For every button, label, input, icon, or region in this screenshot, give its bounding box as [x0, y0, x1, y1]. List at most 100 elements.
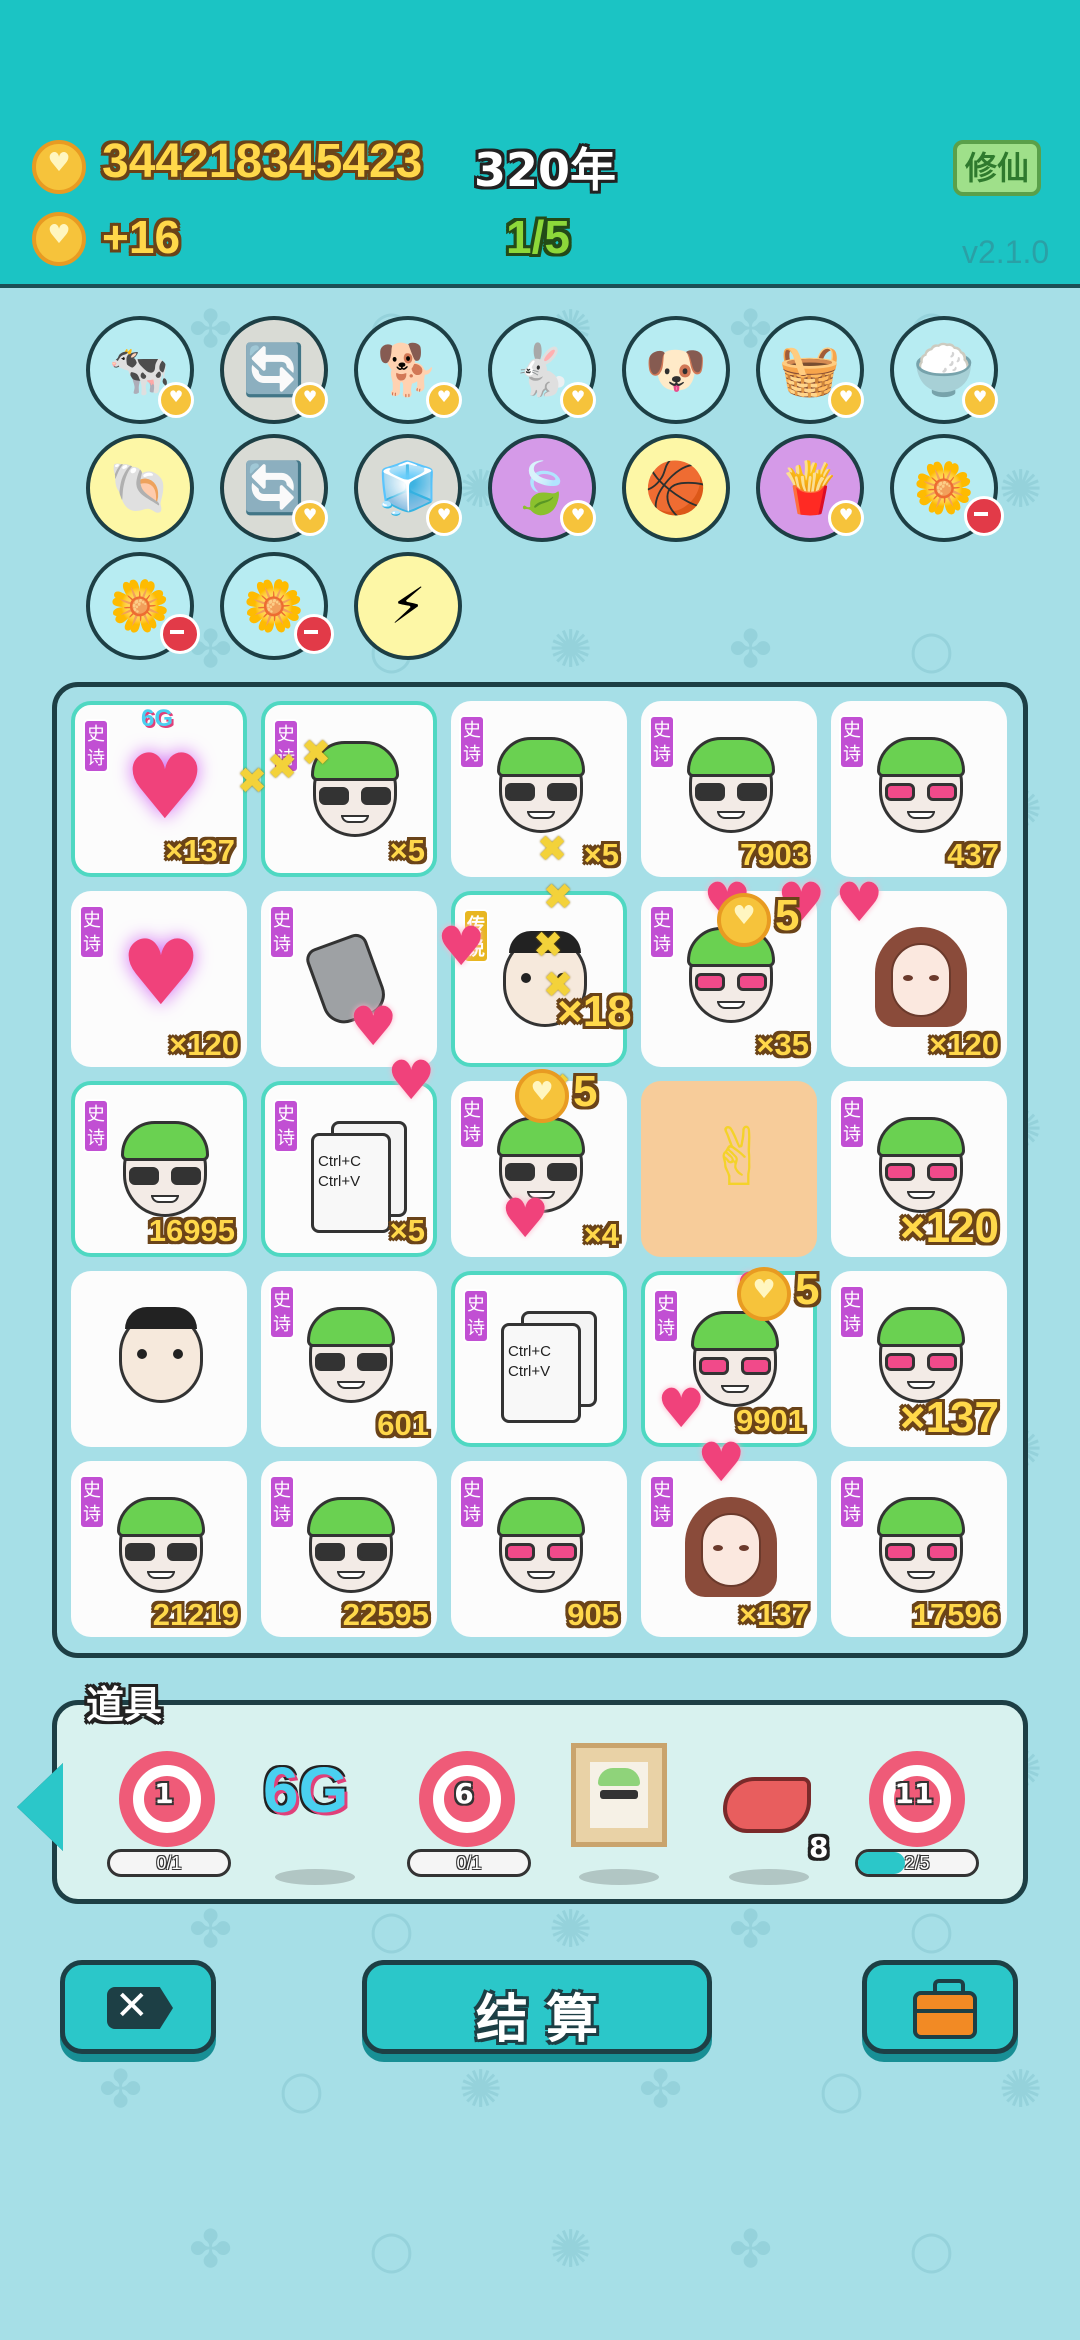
board-cell[interactable]: ♥ 史诗 ×120 [71, 891, 247, 1067]
leaf-icon[interactable]: 🍃 ♥ [488, 434, 596, 542]
cross-effect-icon: ✖ [537, 829, 568, 870]
heart-badge-icon: ♥ [292, 382, 328, 418]
board-cell[interactable]: 史诗 437 [831, 701, 1007, 877]
epic-tag: 史诗 [79, 1475, 105, 1529]
game-board: ♥ 史诗 6G ×137 史诗 ×5 史诗 ×5 史诗 7903 史诗 437 ♥ 史诗 ×120 史诗 传说史… [52, 682, 1028, 1658]
green-hat-sunglasses-face-icon [111, 1497, 211, 1597]
board-cell[interactable]: 史诗 21219 [71, 1461, 247, 1637]
green-hat-sunglasses-face-icon [115, 1121, 215, 1221]
background-pattern-glyph: ○ [278, 2060, 325, 2120]
portrait-face-icon [590, 1762, 648, 1828]
board-cell[interactable]: 史诗 ×5 [261, 701, 437, 877]
bald-man-face-icon [111, 1307, 211, 1407]
board-cell[interactable]: ♥ 史诗 6G ×137 [71, 701, 247, 877]
target-prop-11-number: 11 [894, 1777, 934, 1810]
board-cell[interactable]: 史诗 ×137 [831, 1271, 1007, 1447]
fruit-basket-icon[interactable]: 🧺 ♥ [756, 316, 864, 424]
portrait-frame-prop[interactable] [571, 1743, 667, 1847]
braided-girl-face-icon [681, 1497, 781, 1597]
husky-dog-icon[interactable]: 🐕 ♥ [354, 316, 462, 424]
refresh-icon[interactable]: 🔄 ♥ [220, 316, 328, 424]
rice-bowl-icon[interactable]: 🍚 ♥ [890, 316, 998, 424]
prop-shadow [579, 1869, 659, 1885]
lightning-icon[interactable]: ⚡ [354, 552, 462, 660]
props-panel: 1 0/1 6G 6 0/1 8 11 2/5 [17, 1700, 1028, 1904]
prop-shadow [275, 1869, 355, 1885]
shiba-dog-icon[interactable]: 🐶 [622, 316, 730, 424]
background-pattern-glyph: ○ [908, 1900, 955, 1960]
cell-count: ×137 [739, 1597, 809, 1632]
liver-prop[interactable] [723, 1777, 811, 1833]
cross-effect-icon: ✖ [267, 747, 298, 788]
cell-count: ×137 [165, 833, 235, 868]
board-cell[interactable]: 史诗 22595 [261, 1461, 437, 1637]
board-cell[interactable]: Ctrl+C Ctrl+V 史诗 [451, 1271, 627, 1447]
board-cell[interactable]: 史诗 905 [451, 1461, 627, 1637]
board-cell[interactable]: 史诗 16995 [71, 1081, 247, 1257]
cultivation-button[interactable]: 修仙 [953, 140, 1041, 196]
income-rate: +16 [102, 211, 181, 263]
cell-count: ×5 [389, 1213, 425, 1248]
remove-badge-icon[interactable] [160, 614, 200, 654]
board-cell[interactable]: 史诗 601 [261, 1271, 437, 1447]
cell-count: 7903 [740, 837, 809, 872]
background-pattern-glyph: ✤ [728, 1900, 773, 1960]
heart-badge-icon: ♥ [426, 382, 462, 418]
epic-tag: 史诗 [83, 1099, 109, 1153]
target-prop-1[interactable]: 1 [119, 1751, 215, 1847]
basketballs-icon-glyph: 🏀 [644, 458, 708, 517]
potted-flower-icon[interactable]: 🌼 [220, 552, 334, 660]
green-hat-pink-glasses-face-icon [871, 737, 971, 837]
glowing-heart-icon: ♥ [124, 735, 206, 840]
cell-count: ×137 [899, 1393, 999, 1442]
board-cell[interactable]: 史诗 ×120 [831, 1081, 1007, 1257]
props-scroll-left-arrow[interactable] [17, 1763, 63, 1851]
epic-tag: 史诗 [649, 905, 675, 959]
heart-badge-icon: ♥ [158, 382, 194, 418]
board-cell[interactable]: 史诗 7903 [641, 701, 817, 877]
fries-icon[interactable]: 🍟 ♥ [756, 434, 864, 542]
cell-count: 17596 [912, 1597, 999, 1632]
settle-button-label: 结 算 [475, 1990, 599, 2050]
damage-popup-text: 5 [795, 1265, 820, 1314]
background-pattern-glyph: ✺ [998, 460, 1043, 520]
sugar-cubes-icon[interactable]: 🧊 ♥ [354, 434, 462, 542]
target-prop-6[interactable]: 6 [419, 1751, 515, 1847]
cow-pair-icon[interactable]: 🐄 ♥ [86, 316, 194, 424]
epic-tag: 史诗 [269, 1475, 295, 1529]
exit-button[interactable]: ✕ [60, 1960, 216, 2054]
briefcase-icon [913, 1979, 977, 2039]
target-prop-11[interactable]: 11 [869, 1751, 965, 1847]
shell-icon[interactable]: 🐚 [86, 434, 194, 542]
board-cell[interactable]: ✌ [641, 1081, 817, 1257]
backpack-button[interactable] [862, 1960, 1018, 2054]
epic-tag: 史诗 [79, 905, 105, 959]
settle-button[interactable]: 结 算 [362, 1960, 712, 2054]
background-pattern-glyph: ✺ [548, 2220, 593, 2280]
refresh-icon[interactable]: 🔄 ♥ [220, 434, 328, 542]
epic-tag: 史诗 [653, 1289, 679, 1343]
epic-tag: 史诗 [649, 1475, 675, 1529]
background-pattern-glyph: ✤ [188, 2220, 233, 2280]
basketballs-icon[interactable]: 🏀 [622, 434, 730, 542]
board-cell[interactable] [71, 1271, 247, 1447]
board-cell[interactable]: 史诗 17596 [831, 1461, 1007, 1637]
rabbit-icon[interactable]: 🐇 ♥ [488, 316, 596, 424]
coin-total: 344218345423 [102, 135, 423, 188]
remove-badge-icon[interactable] [294, 614, 334, 654]
heart-badge-icon: ♥ [828, 382, 864, 418]
epic-tag: 史诗 [459, 715, 485, 769]
potted-flower-icon[interactable]: 🌼 [86, 552, 200, 660]
green-hat-sunglasses-face-icon [301, 1307, 401, 1407]
background-pattern-glyph: ✤ [638, 2060, 683, 2120]
epic-tag: 史诗 [649, 715, 675, 769]
potted-flower-icon[interactable]: 🌼 [890, 434, 1004, 542]
sixg-prop[interactable]: 6G [263, 1753, 348, 1827]
cell-count: ×5 [583, 837, 619, 872]
remove-badge-icon[interactable] [964, 496, 1004, 536]
cross-effect-icon: ✖ [237, 761, 268, 802]
glowing-heart-icon: ♥ [120, 921, 202, 1026]
cell-count: 22595 [342, 1597, 429, 1632]
heart-badge-icon: ♥ [962, 382, 998, 418]
target-prop-1-number: 1 [154, 1777, 174, 1810]
